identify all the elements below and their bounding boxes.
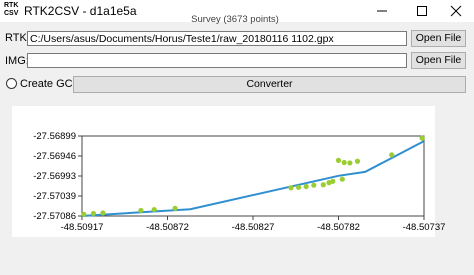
- survey-point: [90, 210, 96, 217]
- survey-point: [341, 159, 347, 166]
- survey-point: [339, 176, 345, 182]
- survey-point: [347, 160, 353, 166]
- x-tick-label: -48.50737: [403, 222, 446, 233]
- x-tick-label: -48.50917: [61, 222, 104, 233]
- y-tick-label: -27.56899: [33, 131, 76, 142]
- survey-point: [288, 185, 294, 191]
- x-tick-label: -48.50782: [317, 222, 360, 233]
- survey-point: [311, 182, 317, 188]
- x-tick-label: -48.50827: [232, 222, 275, 233]
- survey-point: [320, 182, 326, 188]
- y-tick-label: -27.57039: [33, 191, 76, 202]
- survey-point: [172, 205, 178, 211]
- survey-point: [151, 206, 157, 213]
- y-tick-label: -27.57086: [33, 211, 76, 222]
- x-tick-label: -48.50872: [146, 222, 189, 233]
- survey-point: [354, 158, 361, 164]
- survey-chart: -27.56899 -27.56946 -27.56993 -27.57039 -27.…: [33, 131, 446, 233]
- survey-point: [389, 152, 395, 158]
- survey-point: [419, 135, 425, 141]
- app-window: RTK CSV RTK2CSV - d1a1e5a RTK: C:/Users/…: [0, 0, 474, 275]
- survey-point: [330, 178, 336, 184]
- survey-point: [296, 184, 302, 190]
- survey-point: [100, 210, 106, 216]
- survey-point: [138, 207, 144, 214]
- y-tick-label: -27.56993: [33, 171, 76, 182]
- survey-point: [335, 157, 342, 163]
- survey-point: [81, 211, 87, 217]
- plot-frame: [81, 135, 425, 217]
- y-tick-label: -27.56946: [33, 151, 76, 162]
- survey-point: [303, 183, 309, 190]
- survey-track-line: [81, 140, 425, 217]
